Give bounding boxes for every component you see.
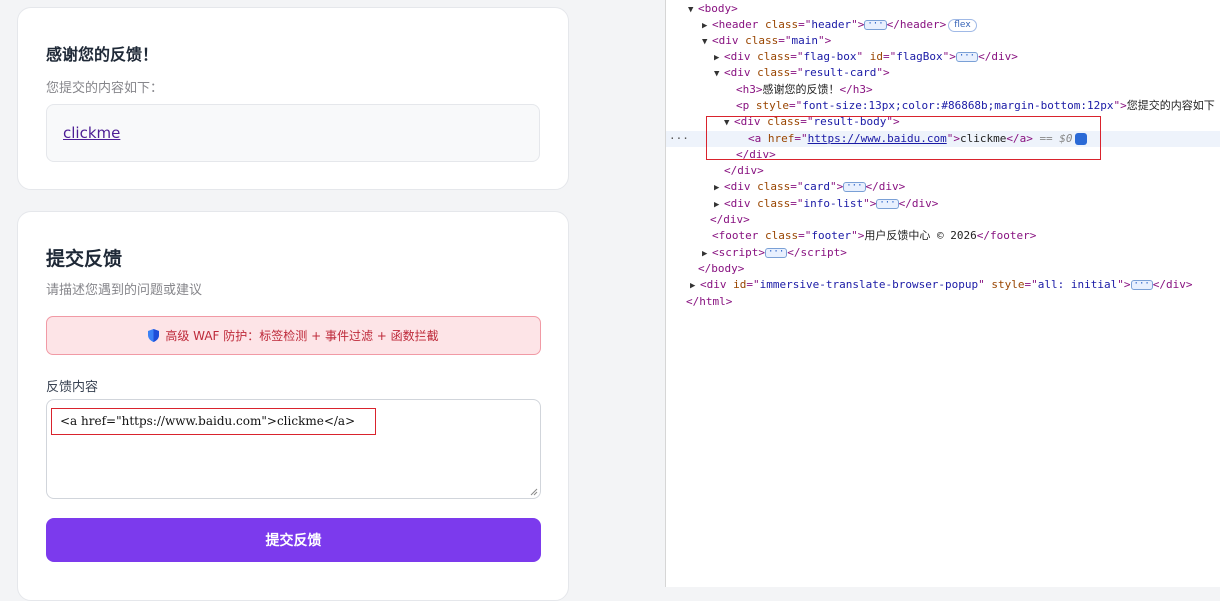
feedback-field-label: 反馈内容 bbox=[46, 380, 99, 395]
collapsed-triangle-icon[interactable]: ▶ bbox=[714, 50, 724, 66]
result-link[interactable]: clickme bbox=[63, 124, 120, 142]
dom-node-result-card[interactable]: ▼ <div class="result-card"> bbox=[666, 65, 1220, 81]
dom-node-close-result-card: </div> bbox=[724, 164, 764, 177]
feedback-form-card: 提交反馈 请描述您遇到的问题或建议 高级 WAF 防护：标签检测 + 事件过滤 … bbox=[17, 211, 569, 601]
dom-node-close-html: </html> bbox=[686, 295, 733, 308]
dom-node-h3[interactable]: <h3>感谢您的反馈！</h3> bbox=[666, 82, 1220, 98]
result-subtitle: 您提交的内容如下： bbox=[46, 81, 164, 96]
ellipsis-icon[interactable]: ··· bbox=[1130, 280, 1153, 290]
flex-badge[interactable]: flex bbox=[948, 18, 977, 32]
textarea-value: <a href="https://www.baidu.com">clickme<… bbox=[51, 408, 376, 435]
shield-icon bbox=[148, 329, 160, 342]
expanded-triangle-icon[interactable]: ▼ bbox=[688, 2, 698, 18]
collapsed-triangle-icon[interactable]: ▶ bbox=[690, 278, 700, 294]
collapsed-triangle-icon[interactable]: ▶ bbox=[714, 180, 724, 196]
collapsed-triangle-icon[interactable]: ▶ bbox=[702, 246, 712, 262]
expanded-triangle-icon[interactable]: ▼ bbox=[714, 66, 724, 82]
ellipsis-icon[interactable]: ··· bbox=[955, 52, 979, 62]
more-options-icon[interactable]: ··· bbox=[669, 131, 689, 147]
dom-node-translate-popup[interactable]: ▶ <div id="immersive-translate-browser-po… bbox=[666, 277, 1220, 293]
dom-node-script[interactable]: ▶ <script> ··· </script> bbox=[666, 245, 1220, 261]
dom-node-body[interactable]: ▼ <body> bbox=[666, 1, 1220, 17]
devtools-elements-panel: ▼ <body> ▶ <header class="header"> ··· </hea… bbox=[665, 0, 1220, 587]
ellipsis-icon[interactable]: ··· bbox=[765, 248, 788, 258]
expanded-triangle-icon[interactable]: ▼ bbox=[702, 34, 712, 50]
resize-grip-icon[interactable] bbox=[530, 488, 538, 496]
dom-node-card[interactable]: ▶ <div class="card"> ··· </div> bbox=[666, 179, 1220, 195]
result-body: clickme bbox=[46, 104, 540, 162]
dom-node-p[interactable]: <p style="font-size:13px;color:#86868b;m… bbox=[666, 98, 1220, 114]
result-card: 感谢您的反馈！ 您提交的内容如下： clickme bbox=[17, 7, 569, 190]
ellipsis-icon[interactable]: ··· bbox=[876, 199, 899, 209]
waf-notice-text: 高级 WAF 防护：标签检测 + 事件过滤 + 函数拦截 bbox=[165, 329, 439, 343]
feedback-textarea[interactable]: <a href="https://www.baidu.com">clickme<… bbox=[46, 399, 541, 499]
dom-node-flag-box[interactable]: ▶ <div class="flag-box" id="flagBox"> ··· <… bbox=[666, 49, 1220, 65]
page-viewport: 感谢您的反馈！ 您提交的内容如下： clickme 提交反馈 请描述您遇到的问题… bbox=[0, 0, 665, 601]
result-title: 感谢您的反馈！ bbox=[46, 45, 159, 64]
dom-node-close-body: </body> bbox=[698, 262, 745, 275]
highlight-box bbox=[706, 116, 1101, 160]
submit-button[interactable]: 提交反馈 bbox=[46, 518, 541, 562]
form-subtitle: 请描述您遇到的问题或建议 bbox=[46, 283, 203, 298]
collapsed-triangle-icon[interactable]: ▶ bbox=[714, 197, 724, 213]
dom-node-close-main: </div> bbox=[710, 213, 750, 226]
ellipsis-icon[interactable]: ··· bbox=[843, 182, 866, 192]
dom-node-info-list[interactable]: ▶ <div class="info-list"> ··· </div> bbox=[666, 196, 1220, 212]
collapsed-triangle-icon[interactable]: ▶ bbox=[702, 18, 712, 34]
dom-node-main[interactable]: ▼ <div class="main"> bbox=[666, 33, 1220, 49]
ellipsis-icon[interactable]: ··· bbox=[864, 20, 887, 30]
waf-notice: 高级 WAF 防护：标签检测 + 事件过滤 + 函数拦截 bbox=[46, 316, 541, 355]
dom-node-footer[interactable]: <footer class="footer">用户反馈中心 © 2026</fo… bbox=[666, 228, 1220, 244]
dom-node-header[interactable]: ▶ <header class="header"> ··· </header> flex bbox=[666, 17, 1220, 33]
form-title: 提交反馈 bbox=[46, 248, 123, 270]
